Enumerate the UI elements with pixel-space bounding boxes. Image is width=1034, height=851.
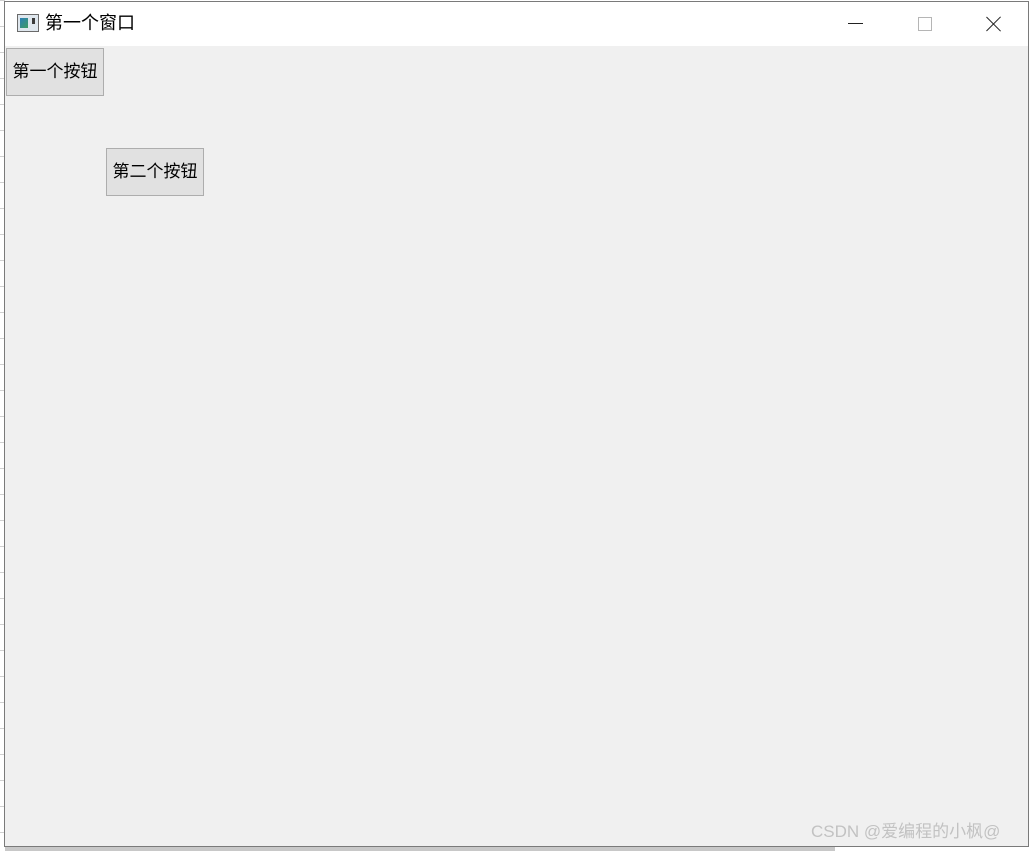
- desktop: 第一个窗口 第一个按钮 第二个按钮 CSDN @爱编程的小枫@: [0, 0, 1034, 851]
- first-button[interactable]: 第一个按钮: [6, 48, 104, 96]
- watermark: CSDN @爱编程的小枫@: [811, 822, 1001, 841]
- close-button[interactable]: [960, 2, 1030, 46]
- close-icon: [986, 16, 1002, 32]
- title-bar[interactable]: 第一个窗口: [5, 2, 1028, 46]
- second-button[interactable]: 第二个按钮: [106, 148, 204, 196]
- maximize-button[interactable]: [891, 2, 961, 46]
- main-window: 第一个窗口 第一个按钮 第二个按钮 CSDN @爱编程的小枫@: [4, 1, 1029, 847]
- minimize-icon: [848, 23, 863, 24]
- app-window-icon: [17, 14, 39, 32]
- maximize-icon: [918, 17, 932, 31]
- window-title: 第一个窗口: [45, 13, 135, 34]
- minimize-button[interactable]: [821, 2, 891, 46]
- client-area: 第一个按钮 第二个按钮 CSDN @爱编程的小枫@: [5, 46, 1028, 846]
